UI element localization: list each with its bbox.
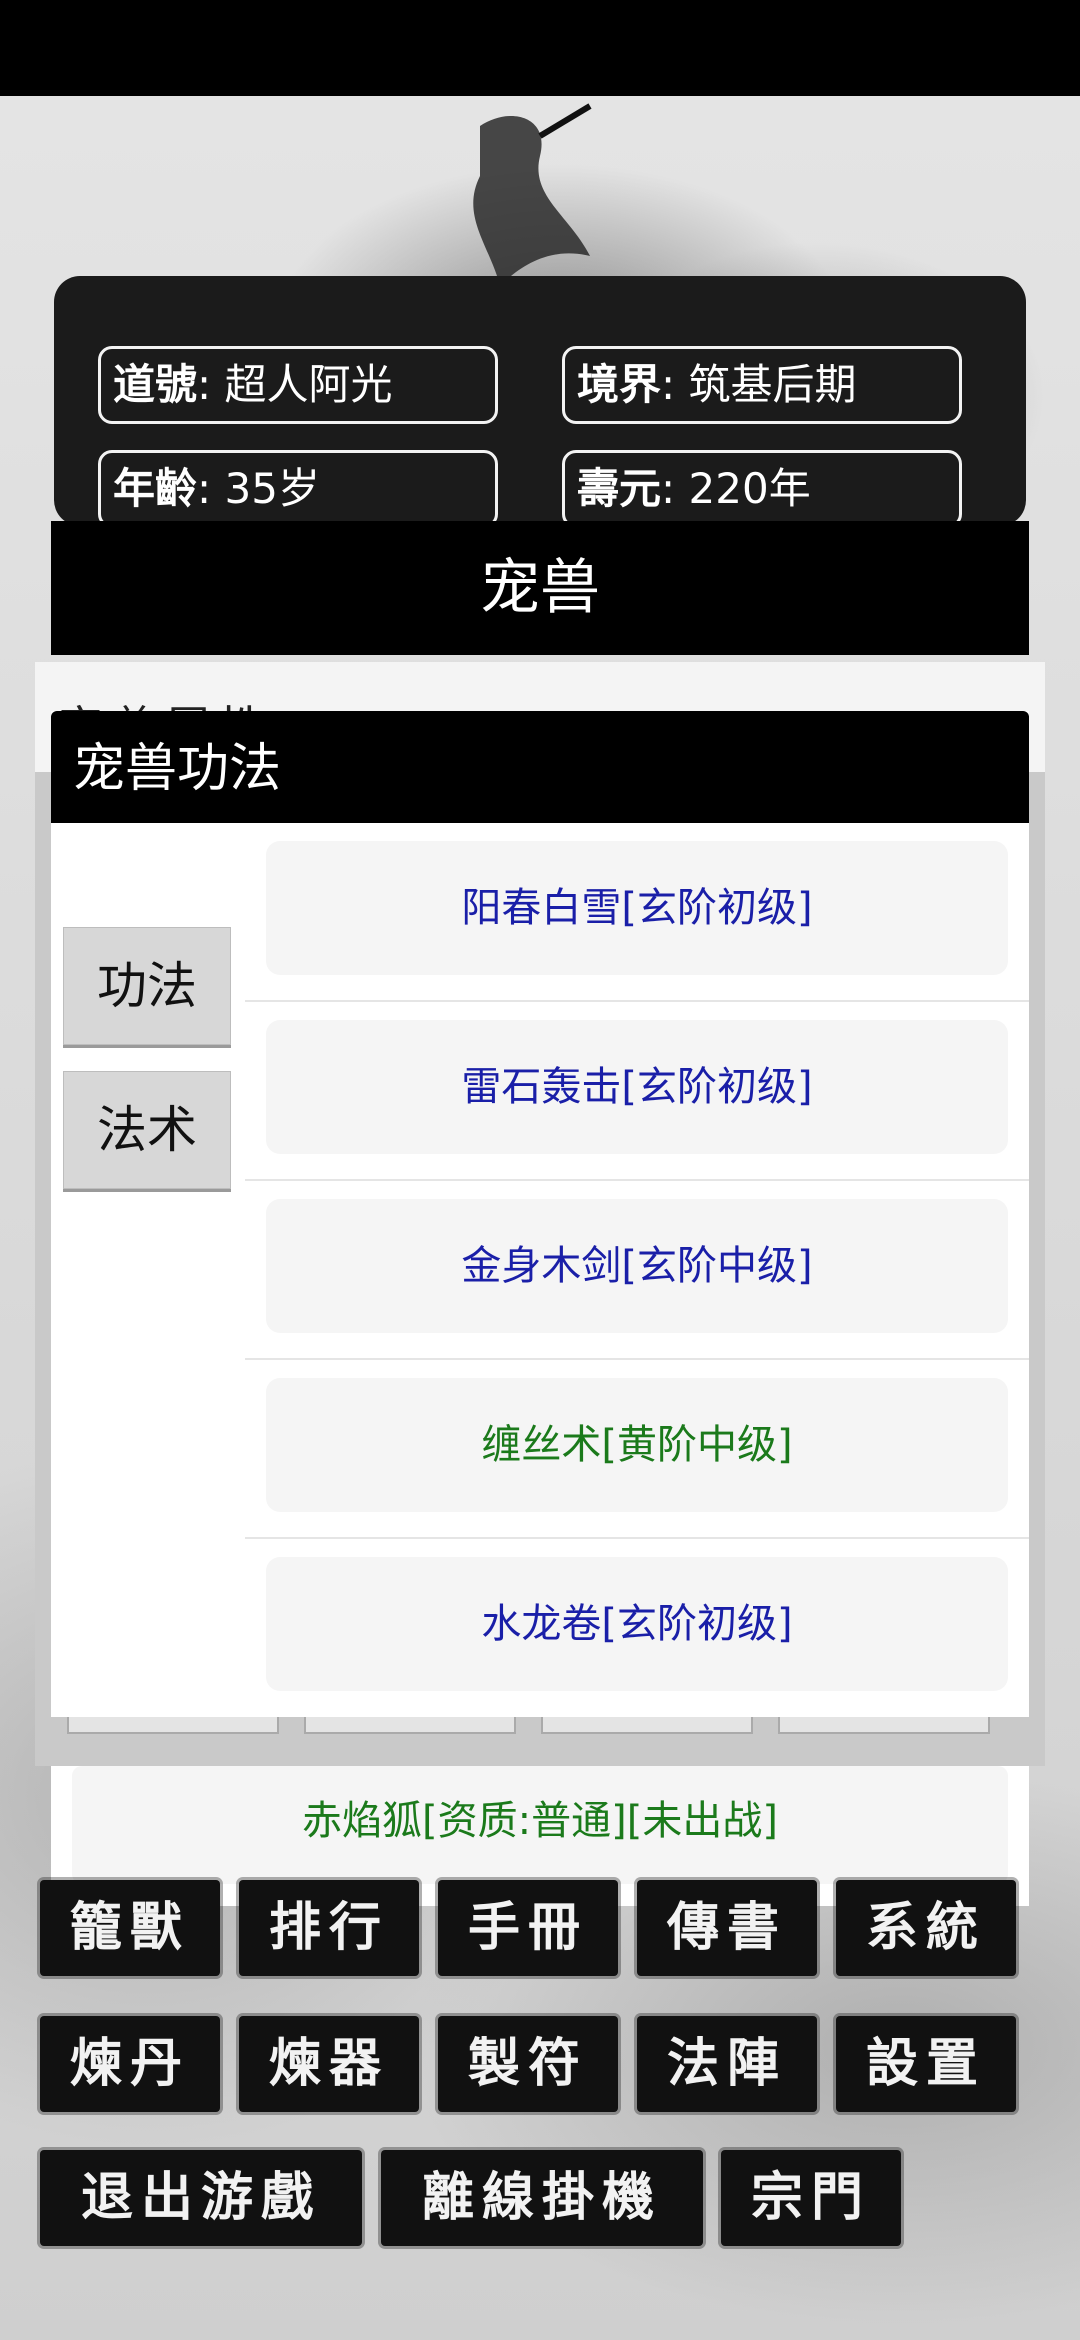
stat-age-key: 年齡 xyxy=(113,464,198,513)
menu-ranking-button[interactable]: 排行 xyxy=(239,1880,419,1976)
pet-skills-dialog: 宠兽功法 功法 法术 阳春白雪[玄阶初级] 雷石轰击[玄阶初级] 金身木剑[玄阶… xyxy=(51,711,1029,1717)
menu-alchemy-button[interactable]: 煉丹 xyxy=(40,2016,220,2112)
menu-forge-button[interactable]: 煉器 xyxy=(239,2016,419,2112)
stat-lifespan: 壽元: 220年 xyxy=(562,450,962,528)
stat-realm: 境界: 筑基后期 xyxy=(562,346,962,424)
stat-age-value: 35岁 xyxy=(224,464,320,513)
stat-lifespan-key: 壽元 xyxy=(577,464,662,513)
skill-row: 阳春白雪[玄阶初级] xyxy=(245,823,1029,1002)
menu-formation-button[interactable]: 法陣 xyxy=(637,2016,817,2112)
status-bar xyxy=(0,0,1080,96)
stat-name-key: 道號 xyxy=(113,360,198,409)
pet-dialog-title: 宠兽 xyxy=(51,521,1029,655)
skill-item[interactable]: 缠丝术[黄阶中级] xyxy=(266,1378,1008,1512)
stat-realm-value: 筑基后期 xyxy=(688,360,857,409)
stat-realm-key: 境界 xyxy=(577,360,662,409)
menu-offline-idle-button[interactable]: 離線掛機 xyxy=(381,2150,703,2246)
skill-item[interactable]: 阳春白雪[玄阶初级] xyxy=(266,841,1008,975)
menu-manual-button[interactable]: 手冊 xyxy=(438,1880,618,1976)
ink-figure-illustration xyxy=(473,103,592,286)
skill-row: 金身木剑[玄阶中级] xyxy=(245,1181,1029,1360)
menu-sect-button[interactable]: 宗門 xyxy=(721,2150,901,2246)
skill-row: 水龙卷[玄阶初级] xyxy=(245,1539,1029,1718)
stat-name-value: 超人阿光 xyxy=(224,360,393,409)
tab-fashu[interactable]: 法术 xyxy=(63,1071,231,1189)
skill-item[interactable]: 金身木剑[玄阶中级] xyxy=(266,1199,1008,1333)
skill-row: 雷石轰击[玄阶初级] xyxy=(245,1002,1029,1181)
stat-age: 年齡: 35岁 xyxy=(98,450,498,528)
tab-gongfa[interactable]: 功法 xyxy=(63,927,231,1045)
menu-system-button[interactable]: 系統 xyxy=(836,1880,1016,1976)
menu-pets-button[interactable]: 籠獸 xyxy=(40,1880,220,1976)
menu-settings-button[interactable]: 設置 xyxy=(836,2016,1016,2112)
stat-lifespan-value: 220年 xyxy=(688,464,811,513)
menu-exit-button[interactable]: 退出游戲 xyxy=(40,2150,362,2246)
menu-mail-button[interactable]: 傳書 xyxy=(637,1880,817,1976)
character-stats-panel: 道號: 超人阿光 境界: 筑基后期 年齡: 35岁 壽元: 220年 xyxy=(54,276,1026,528)
skill-row: 缠丝术[黄阶中级] xyxy=(245,1360,1029,1539)
skill-item[interactable]: 雷石轰击[玄阶初级] xyxy=(266,1020,1008,1154)
stat-name: 道號: 超人阿光 xyxy=(98,346,498,424)
menu-talisman-button[interactable]: 製符 xyxy=(438,2016,618,2112)
pet-list-item[interactable]: 赤焰狐[资质:普通][未出战] xyxy=(72,1766,1008,1884)
pet-skills-title: 宠兽功法 xyxy=(51,711,1029,823)
skill-item[interactable]: 水龙卷[玄阶初级] xyxy=(266,1557,1008,1691)
